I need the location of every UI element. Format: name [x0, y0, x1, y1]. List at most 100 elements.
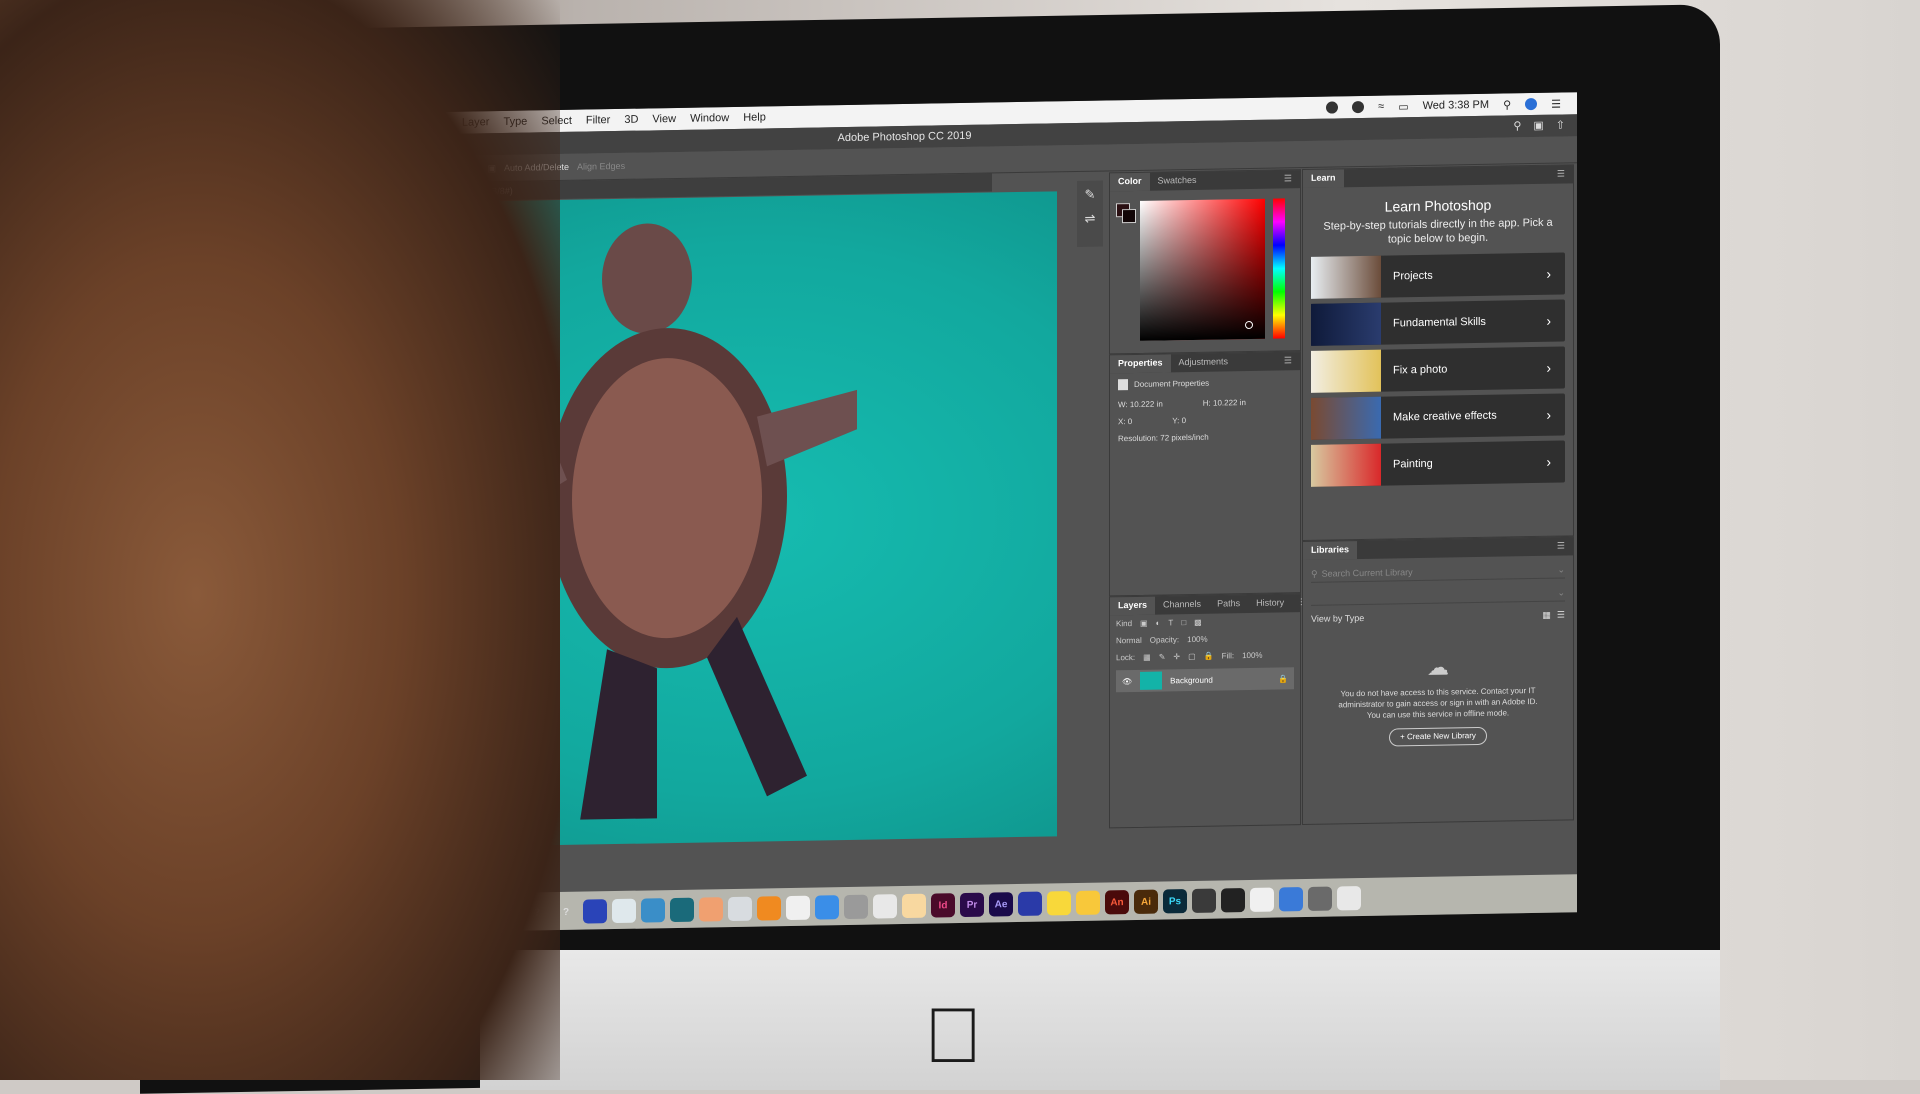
color-field[interactable] — [1140, 199, 1265, 341]
notification-center-icon[interactable]: ☰ — [1551, 97, 1561, 110]
dock-unknown-icon[interactable]: ? — [525, 900, 549, 924]
dock-animate-icon[interactable]: An — [1105, 890, 1129, 914]
hue-slider[interactable] — [1273, 198, 1285, 338]
menu-window[interactable]: Window — [690, 112, 729, 125]
adjustments-icon[interactable]: ⇌ — [1085, 211, 1096, 227]
subtract-selection-icon[interactable]: ▣ — [487, 163, 496, 174]
fill-field[interactable]: 100% — [1242, 651, 1262, 660]
dock-preview-icon[interactable] — [612, 899, 636, 923]
panel-menu-icon[interactable]: ☰ — [1549, 537, 1573, 555]
dock-bridge-icon[interactable] — [1018, 892, 1042, 916]
tab-learn[interactable]: Learn — [1303, 169, 1344, 188]
layer-lock-icon[interactable]: 🔒 — [1278, 674, 1294, 683]
dock-premiere-icon[interactable]: Pr — [960, 893, 984, 917]
add-selection-icon[interactable]: □ — [474, 163, 479, 173]
dock-firefox-icon[interactable] — [409, 902, 433, 926]
dock-lastpass-icon[interactable] — [1076, 891, 1100, 915]
search-icon[interactable]: ⚲ — [1513, 115, 1521, 137]
dock-trash-icon[interactable] — [1337, 886, 1361, 910]
document-canvas[interactable] — [287, 191, 1057, 849]
tab-layers[interactable]: Layers — [1110, 597, 1155, 616]
dock-webex-icon[interactable] — [1250, 888, 1274, 912]
align-edges-checkbox[interactable]: Align Edges — [577, 161, 625, 172]
upload-status-icon[interactable] — [1326, 101, 1338, 113]
dock-notes-icon[interactable] — [902, 894, 926, 918]
dock-vlc-icon[interactable] — [757, 896, 781, 920]
lock-position-icon[interactable]: ✛ — [1173, 652, 1180, 661]
layer-row[interactable]: 👁 Background 🔒 — [1116, 667, 1294, 692]
menu-file[interactable]: File — [353, 118, 371, 130]
view-by-type-dropdown[interactable]: View by Type — [1311, 613, 1364, 625]
menu-edit[interactable]: Edit — [384, 118, 403, 130]
dock-arduino-icon[interactable] — [1192, 889, 1216, 913]
menu-view[interactable]: View — [652, 113, 676, 125]
resolution-field[interactable]: Resolution: 72 pixels/inch — [1118, 433, 1209, 444]
dock-system-preferences-icon[interactable] — [844, 895, 868, 919]
tab-libraries[interactable]: Libraries — [1303, 541, 1357, 560]
panel-menu-icon[interactable]: ☰ — [1549, 165, 1573, 183]
library-select[interactable]: ⌄ — [1311, 584, 1565, 605]
menu-select[interactable]: Select — [541, 115, 572, 128]
layer-name[interactable]: Background — [1170, 675, 1213, 685]
dock-unknown-icon[interactable]: ? — [467, 901, 491, 925]
tab-paths[interactable]: Paths — [1209, 595, 1248, 614]
dock-sublime-icon[interactable] — [583, 899, 607, 923]
menu-layer[interactable]: Layer — [462, 116, 490, 128]
new-selection-icon[interactable]: ■ — [461, 164, 466, 174]
menu-3d[interactable]: 3D — [624, 114, 638, 126]
menu-help[interactable]: Help — [743, 111, 766, 123]
wifi-icon[interactable]: ≈ — [1378, 101, 1384, 113]
width-field[interactable]: W: 10.222 in — [1118, 399, 1163, 409]
lock-paint-icon[interactable]: ✎ — [1159, 652, 1166, 661]
lock-artboard-icon[interactable]: ▢ — [1188, 652, 1196, 661]
chevron-down-icon[interactable]: ⌄ — [1557, 564, 1565, 575]
panel-menu-icon[interactable]: ☰ — [1276, 170, 1300, 188]
filter-smart-object-icon[interactable]: ▩ — [1194, 618, 1202, 627]
y-field[interactable]: Y: 0 — [1172, 416, 1186, 425]
creative-cloud-icon[interactable] — [1352, 101, 1364, 113]
chevron-down-icon[interactable]: ⌄ — [1557, 587, 1565, 598]
dock-indesign-icon[interactable]: Id — [931, 893, 955, 917]
dock-unknown-icon[interactable]: ? — [496, 901, 520, 925]
apple-menu-icon[interactable]:  — [246, 120, 254, 132]
learn-item-painting[interactable]: Painting › — [1311, 440, 1565, 486]
clock[interactable]: Wed 3:38 PM — [1423, 99, 1489, 112]
dock-app-store-icon[interactable] — [815, 895, 839, 919]
list-view-icon[interactable]: ☰ — [1557, 609, 1565, 620]
dock-unknown-icon[interactable]: ? — [554, 900, 578, 924]
share-icon[interactable]: ⇧ — [1556, 114, 1565, 136]
menu-app-name[interactable]: Photoshop CC — [262, 119, 338, 132]
height-field[interactable]: H: 10.222 in — [1203, 398, 1246, 408]
erase-button[interactable]: Erase — [415, 161, 453, 178]
visibility-eye-icon[interactable]: 👁 — [1122, 677, 1132, 686]
mask-button[interactable]: Mask — [372, 162, 408, 179]
library-search[interactable]: ⚲ Search Current Library ⌄ — [1311, 561, 1565, 582]
create-new-library-button[interactable]: + Create New Library — [1389, 727, 1487, 747]
dock-photos-icon[interactable] — [786, 896, 810, 920]
dock-network-icon[interactable] — [1279, 887, 1303, 911]
background-color-swatch[interactable] — [1122, 209, 1136, 223]
filter-shape-icon[interactable]: □ — [1181, 618, 1186, 627]
opacity-field[interactable]: 100% — [1187, 635, 1207, 644]
dock-utilities-icon[interactable] — [728, 897, 752, 921]
x-field[interactable]: X: 0 — [1118, 417, 1132, 426]
dock-chrome-icon[interactable] — [380, 903, 404, 927]
lock-all-icon[interactable]: 🔒 — [1204, 652, 1214, 661]
blend-mode-select[interactable]: Normal — [1116, 636, 1142, 645]
learn-item-projects[interactable]: Projects › — [1311, 252, 1565, 298]
dock-cyberduck-icon[interactable] — [1047, 891, 1071, 915]
dock-photoshop-icon[interactable]: Ps — [1163, 889, 1187, 913]
tab-color[interactable]: Color — [1110, 173, 1150, 192]
dock-terminal-icon[interactable] — [1221, 888, 1245, 912]
dock-teamviewer-icon[interactable] — [670, 898, 694, 922]
select-subject-button[interactable]: Select Subject — [292, 162, 364, 179]
dock-mail-icon[interactable] — [641, 898, 665, 922]
menu-image[interactable]: Image — [417, 117, 448, 130]
airplay-icon[interactable]: ▭ — [1398, 100, 1408, 113]
dock-keynote-icon[interactable] — [873, 894, 897, 918]
tab-swatches[interactable]: Swatches — [1150, 172, 1205, 191]
tab-properties[interactable]: Properties — [1110, 354, 1171, 373]
panel-menu-icon[interactable]: ☰ — [1276, 352, 1300, 370]
tab-history[interactable]: History — [1248, 594, 1292, 613]
filter-adjustment-icon[interactable]: ◐ — [1156, 619, 1161, 628]
